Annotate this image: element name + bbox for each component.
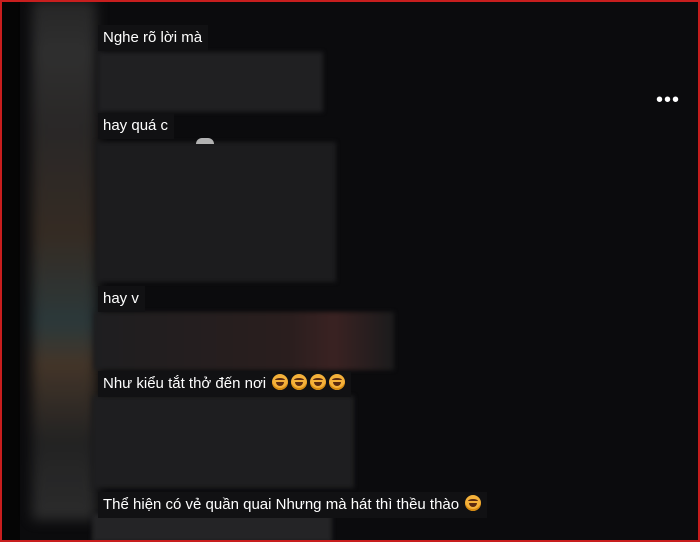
comment-text: Nghe rõ lời mà <box>98 25 209 51</box>
comment-text: Như kiểu tắt thở đến nơi <box>98 371 352 397</box>
comment-label: Thể hiện có vẻ quần quai Nhưng mà hát th… <box>103 496 460 513</box>
comment-label: Nghe rõ lời mà <box>103 29 203 46</box>
comment-label: hay v <box>103 290 139 307</box>
laughing-emoji-icon <box>310 374 327 390</box>
left-panel-edge <box>0 0 20 542</box>
laughing-emoji-icon <box>291 374 308 390</box>
comment-text: Thể hiện có vẻ quần quai Nhưng mà hát th… <box>98 492 488 518</box>
emoji-group <box>459 495 482 513</box>
laughing-emoji-icon <box>329 374 346 390</box>
blurred-comment <box>92 396 354 488</box>
blurred-comment <box>96 142 336 282</box>
laughing-emoji-icon <box>465 495 482 511</box>
comment-text: hay v <box>98 286 145 312</box>
emoji-group <box>266 374 346 392</box>
blurred-comment <box>92 514 332 542</box>
blurred-avatar-column <box>32 0 96 520</box>
comment-label: Như kiểu tắt thở đến nơi <box>103 375 267 392</box>
comment-text: hay quá c <box>98 113 175 139</box>
laughing-emoji-icon <box>272 374 289 390</box>
blurred-comment <box>94 312 394 370</box>
more-options-icon[interactable]: ••• <box>650 90 686 110</box>
comment-label: hay quá c <box>103 117 169 134</box>
partial-emoji-icon <box>196 138 214 144</box>
blurred-comment <box>98 52 323 112</box>
